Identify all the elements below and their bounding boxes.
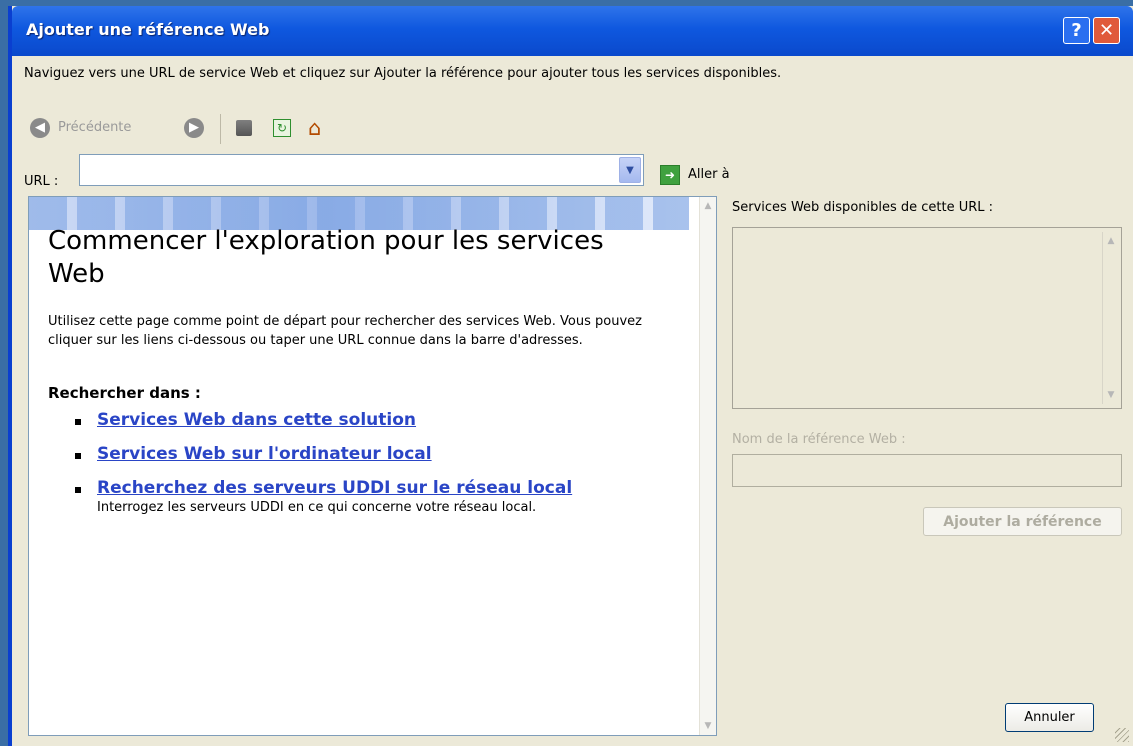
- go-arrow-icon: ➜: [660, 165, 680, 185]
- link-solution-services[interactable]: Services Web dans cette solution: [97, 410, 416, 430]
- scroll-down-icon[interactable]: ▼: [1104, 388, 1118, 402]
- link-uddi-servers[interactable]: Recherchez des serveurs UDDI sur le rése…: [97, 478, 572, 498]
- bullet-icon: [75, 419, 81, 425]
- scroll-up-icon[interactable]: ▲: [1104, 234, 1118, 248]
- bullet-icon: [75, 487, 81, 493]
- chevron-down-icon[interactable]: ▼: [619, 157, 641, 183]
- instruction-text: Naviguez vers une URL de service Web et …: [24, 66, 782, 81]
- window-title: Ajouter une référence Web: [26, 20, 270, 39]
- url-label: URL :: [24, 174, 59, 189]
- back-arrow-icon[interactable]: ◀: [30, 118, 50, 138]
- home-icon[interactable]: ⌂: [308, 117, 330, 139]
- back-button-label[interactable]: Précédente: [58, 120, 131, 135]
- url-input[interactable]: [79, 154, 644, 186]
- intro-text: Utilisez cette page comme point de dépar…: [48, 314, 642, 348]
- browser-toolbar: ◀ Précédente ▶ ↻ ⌂: [24, 114, 624, 144]
- stop-icon[interactable]: [236, 120, 252, 136]
- page-heading: Commencer l'exploration pour les service…: [48, 226, 604, 289]
- toolbar-separator: [220, 114, 221, 144]
- list-item: Services Web sur l'ordinateur local: [69, 444, 669, 464]
- services-list[interactable]: ▲ ▼: [732, 227, 1122, 409]
- vertical-scrollbar[interactable]: ▲ ▼: [699, 197, 716, 735]
- cancel-button[interactable]: Annuler: [1005, 703, 1094, 732]
- add-reference-button[interactable]: Ajouter la référence: [923, 507, 1122, 536]
- link-list: Services Web dans cette solution Service…: [69, 410, 669, 529]
- forward-arrow-icon[interactable]: ▶: [184, 118, 204, 138]
- services-label: Services Web disponibles de cette URL :: [732, 200, 994, 215]
- scroll-down-icon[interactable]: ▼: [701, 719, 715, 733]
- help-button[interactable]: ?: [1063, 17, 1090, 44]
- close-button[interactable]: ✕: [1093, 17, 1120, 44]
- link-local-computer-services[interactable]: Services Web sur l'ordinateur local: [97, 444, 432, 464]
- list-item: Recherchez des serveurs UDDI sur le rése…: [69, 478, 669, 515]
- browser-pane[interactable]: Commencer l'exploration pour les service…: [28, 196, 717, 736]
- scroll-up-icon[interactable]: ▲: [701, 199, 715, 213]
- add-web-reference-dialog: Ajouter une référence Web ? ✕ Naviguez v…: [8, 6, 1133, 746]
- vertical-scrollbar[interactable]: ▲ ▼: [1102, 232, 1119, 404]
- bullet-icon: [75, 453, 81, 459]
- link-description: Interrogez les serveurs UDDI en ce qui c…: [97, 500, 537, 515]
- resize-grip-icon[interactable]: [1115, 728, 1129, 742]
- reference-name-label: Nom de la référence Web :: [732, 432, 906, 447]
- reference-name-input[interactable]: [732, 454, 1122, 487]
- title-bar[interactable]: Ajouter une référence Web ? ✕: [12, 6, 1133, 56]
- refresh-icon[interactable]: ↻: [273, 119, 291, 137]
- list-item: Services Web dans cette solution: [69, 410, 669, 430]
- search-title: Rechercher dans :: [48, 384, 201, 402]
- go-label: Aller à: [688, 167, 730, 182]
